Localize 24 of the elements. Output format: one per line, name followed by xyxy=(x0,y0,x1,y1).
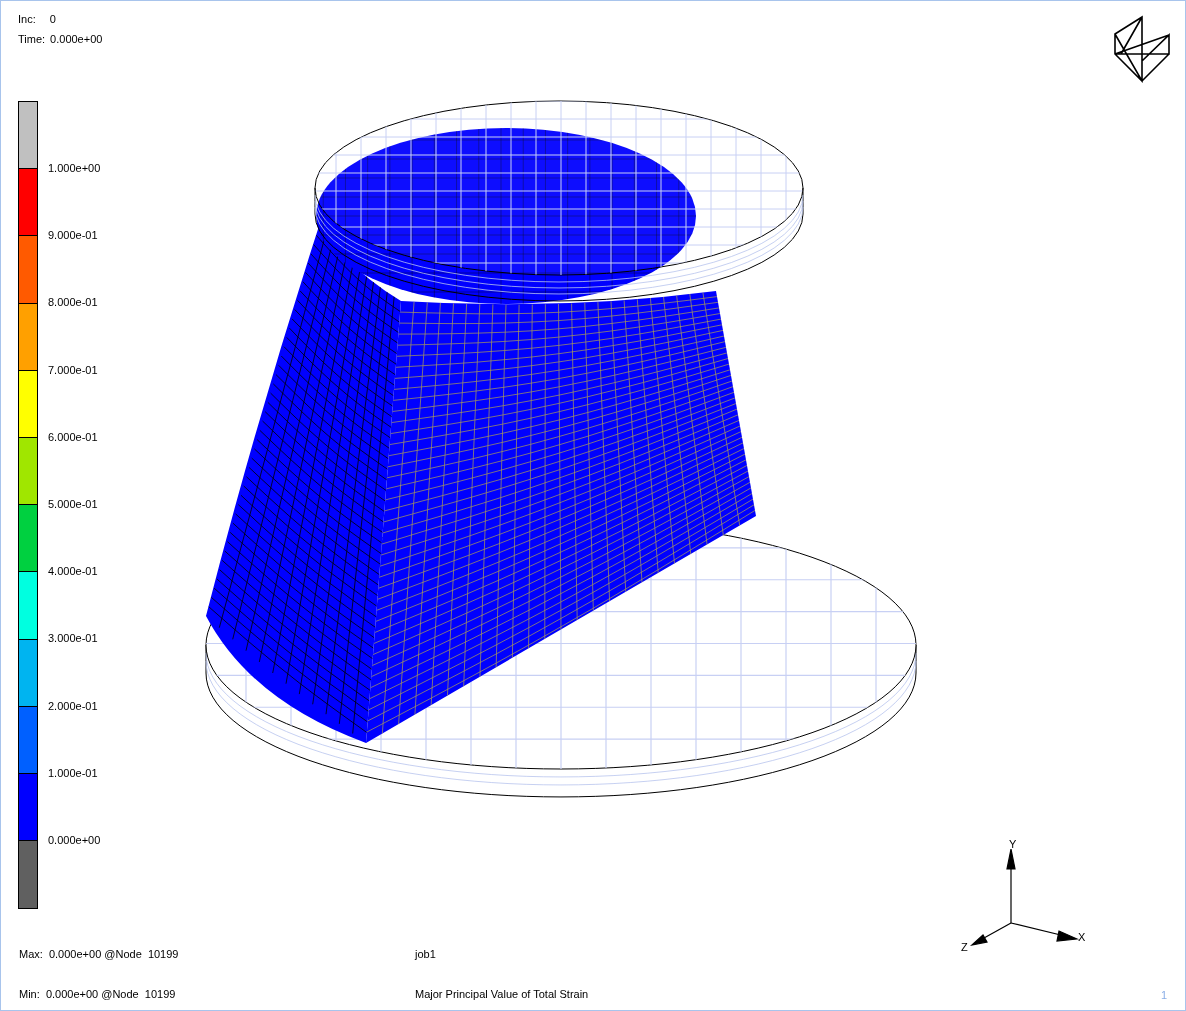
min-value-text: Min: 0.000e+00 @Node 10199 xyxy=(19,988,177,1000)
x-axis-label: X xyxy=(1078,931,1086,943)
time-label: Time: xyxy=(18,33,46,45)
job-name: job1 xyxy=(415,948,437,960)
legend-label: 3.000e-01 xyxy=(48,632,99,647)
legend-label: 9.000e-01 xyxy=(48,229,99,244)
legend-label: 0.000e+00 xyxy=(48,833,101,848)
logo-icon xyxy=(1114,15,1170,83)
legend-label: 4.000e-01 xyxy=(48,565,99,580)
legend-label: 2.000e-01 xyxy=(48,699,99,714)
y-axis-label: Y xyxy=(1009,838,1017,850)
increment-value: 0 xyxy=(49,13,56,25)
z-axis-label: Z xyxy=(961,941,968,953)
legend-label: 1.000e-01 xyxy=(48,766,99,781)
legend-label: 5.000e-01 xyxy=(48,497,99,512)
legend-label: 7.000e-01 xyxy=(48,363,99,378)
page-number: 1 xyxy=(1161,989,1168,1001)
legend-label: 8.000e-01 xyxy=(48,296,99,311)
time-value: 0.000e+00 xyxy=(50,33,103,45)
legend-label: 1.000e+00 xyxy=(48,162,101,176)
legend-label: 6.000e-01 xyxy=(48,430,99,445)
max-value-text: Max: 0.000e+00 @Node 10199 xyxy=(19,948,179,960)
result-quantity-title: Major Principal Value of Total Strain xyxy=(415,988,589,1000)
increment-label: Inc: xyxy=(18,13,36,25)
